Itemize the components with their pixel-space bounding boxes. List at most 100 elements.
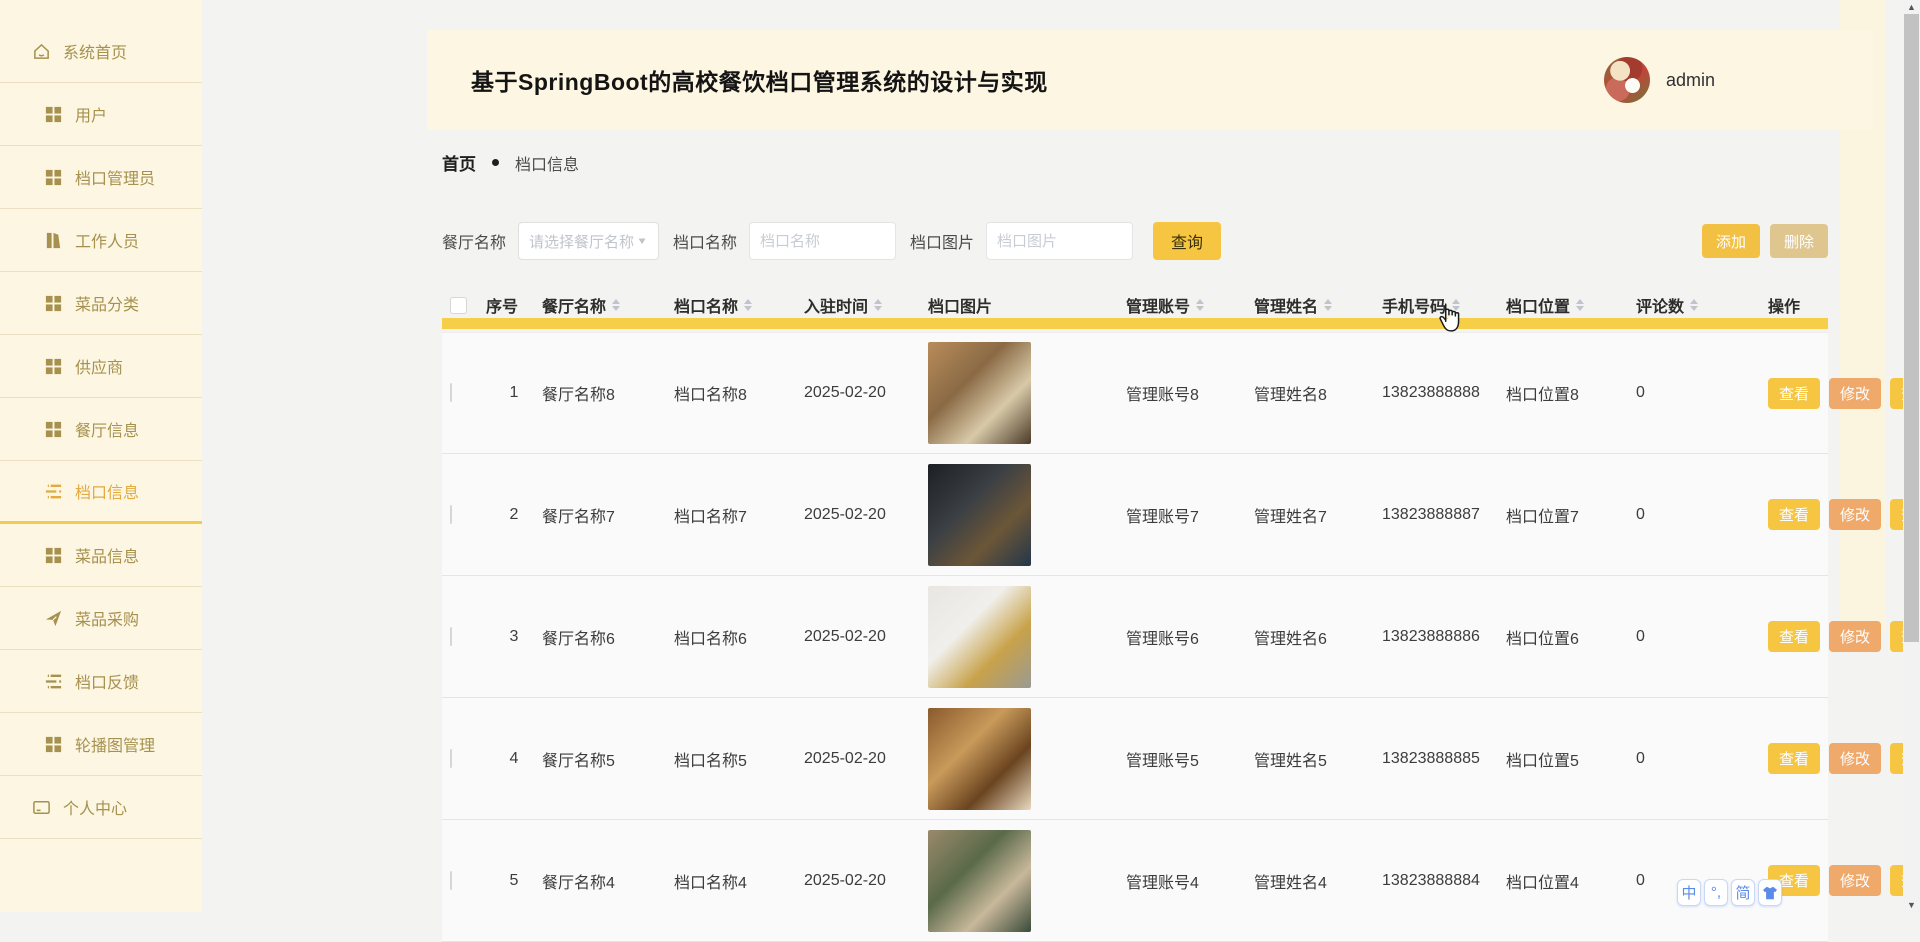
breadcrumb-home[interactable]: 首页	[442, 150, 476, 175]
scrollbar-thumb[interactable]	[1904, 14, 1919, 642]
add-button[interactable]: 添加	[1702, 224, 1760, 258]
sidebar-item-7[interactable]: 餐厅信息	[0, 398, 202, 461]
sort-carets-icon[interactable]	[1576, 299, 1584, 311]
row-checkbox[interactable]	[450, 383, 452, 402]
sidebar-item-3[interactable]: 档口管理员	[0, 146, 202, 209]
sidebar-item-6[interactable]: 供应商	[0, 335, 202, 398]
sort-carets-icon[interactable]	[1196, 299, 1204, 311]
sidebar-item-label: 个人中心	[63, 795, 127, 819]
table-body: 1餐厅名称8档口名称82025-02-20管理账号8管理姓名8138238888…	[442, 332, 1828, 942]
ime-skin-icon[interactable]	[1758, 879, 1782, 906]
grid-icon	[44, 294, 63, 313]
column-header-label: 餐厅名称	[542, 293, 606, 317]
cell-restaurant: 餐厅名称6	[542, 625, 674, 649]
column-header-label: 管理账号	[1126, 293, 1190, 317]
column-header-label: 档口名称	[674, 293, 738, 317]
column-header-label: 手机号码	[1382, 293, 1446, 317]
column-header-8[interactable]: 手机号码	[1382, 293, 1506, 317]
cell-comments: 0	[1636, 384, 1768, 402]
scrollbar-down-icon[interactable]: ▼	[1903, 898, 1920, 912]
column-header-label: 档口图片	[928, 293, 992, 317]
sort-carets-icon[interactable]	[1690, 299, 1698, 311]
edit-row-button[interactable]: 修改	[1829, 743, 1881, 774]
column-header-9[interactable]: 档口位置	[1506, 293, 1636, 317]
table-row: 1餐厅名称8档口名称82025-02-20管理账号8管理姓名8138238888…	[442, 332, 1828, 454]
edit-row-button[interactable]: 修改	[1829, 621, 1881, 652]
restaurant-select[interactable]: 请选择餐厅名称 ▼	[518, 222, 659, 260]
sort-carets-icon[interactable]	[1324, 299, 1332, 311]
list-icon	[44, 672, 63, 691]
stall-photo[interactable]	[928, 464, 1031, 566]
sidebar-item-11[interactable]: 档口反馈	[0, 650, 202, 713]
cell-stall: 档口名称5	[674, 747, 804, 771]
sidebar-item-5[interactable]: 菜品分类	[0, 272, 202, 335]
cell-location: 档口位置7	[1506, 503, 1636, 527]
column-header-2[interactable]: 餐厅名称	[542, 293, 674, 317]
column-header-label: 管理姓名	[1254, 293, 1318, 317]
chevron-down-icon: ▼	[636, 235, 648, 246]
sort-carets-icon[interactable]	[744, 299, 752, 311]
column-header-10[interactable]: 评论数	[1636, 293, 1768, 317]
user-box[interactable]: admin	[1604, 57, 1715, 103]
view-row-button[interactable]: 查看	[1768, 621, 1820, 652]
table-header-accent-bar	[442, 318, 1828, 329]
sidebar-item-4[interactable]: 工作人员	[0, 209, 202, 272]
edit-row-button[interactable]: 修改	[1829, 499, 1881, 530]
avatar[interactable]	[1604, 57, 1650, 103]
stall-photo[interactable]	[928, 586, 1031, 688]
column-header-3[interactable]: 档口名称	[674, 293, 804, 317]
table-row: 5餐厅名称4档口名称42025-02-20管理账号4管理姓名4138238888…	[442, 820, 1828, 942]
sort-carets-icon[interactable]	[612, 299, 620, 311]
scrollbar-up-icon[interactable]: ▲	[1903, 0, 1920, 14]
ime-key-3[interactable]: 简	[1731, 879, 1755, 906]
cell-index: 2	[486, 506, 542, 524]
sort-carets-icon[interactable]	[1452, 299, 1460, 311]
stall-filter-label: 档口名称	[673, 229, 737, 253]
cell-restaurant: 餐厅名称8	[542, 381, 674, 405]
edit-row-button[interactable]: 修改	[1829, 378, 1881, 409]
view-row-button[interactable]: 查看	[1768, 743, 1820, 774]
select-all-checkbox[interactable]	[450, 297, 467, 314]
search-button[interactable]: 查询	[1153, 222, 1221, 260]
sort-carets-icon[interactable]	[874, 299, 882, 311]
sidebar-item-13[interactable]: 个人中心	[0, 776, 202, 839]
stall-photo[interactable]	[928, 342, 1031, 444]
stall-name-input[interactable]	[749, 222, 896, 260]
cell-account: 管理账号7	[1126, 503, 1254, 527]
cell-restaurant: 餐厅名称5	[542, 747, 674, 771]
row-checkbox[interactable]	[450, 505, 452, 524]
sidebar-item-label: 工作人员	[75, 228, 139, 252]
cell-index: 4	[486, 750, 542, 768]
sidebar-item-9[interactable]: 菜品信息	[0, 524, 202, 587]
view-row-button[interactable]: 查看	[1768, 499, 1820, 530]
stall-photo[interactable]	[928, 708, 1031, 810]
vertical-scrollbar[interactable]: ▲ ▼	[1903, 0, 1920, 912]
stall-photo[interactable]	[928, 830, 1031, 932]
sidebar-item-2[interactable]: 用户	[0, 83, 202, 146]
column-header-6[interactable]: 管理账号	[1126, 293, 1254, 317]
sidebar-item-1[interactable]: 系统首页	[0, 20, 202, 83]
column-header-7[interactable]: 管理姓名	[1254, 293, 1382, 317]
ime-key-2[interactable]: °,	[1704, 879, 1728, 906]
table-row: 2餐厅名称7档口名称72025-02-20管理账号7管理姓名7138238888…	[442, 454, 1828, 576]
delete-button[interactable]: 删除	[1770, 224, 1828, 258]
row-checkbox[interactable]	[450, 749, 452, 768]
restaurant-filter-label: 餐厅名称	[442, 229, 506, 253]
cell-index: 3	[486, 628, 542, 646]
sidebar-item-8[interactable]: 档口信息	[0, 461, 202, 524]
sidebar-item-label: 供应商	[75, 354, 123, 378]
view-row-button[interactable]: 查看	[1768, 378, 1820, 409]
cell-comments: 0	[1636, 506, 1768, 524]
cell-index: 1	[486, 384, 542, 402]
sidebar-item-label: 餐厅信息	[75, 417, 139, 441]
sidebar-item-label: 系统首页	[63, 39, 127, 63]
cell-location: 档口位置6	[1506, 625, 1636, 649]
stall-image-input[interactable]	[986, 222, 1133, 260]
sidebar-item-10[interactable]: 菜品采购	[0, 587, 202, 650]
row-checkbox[interactable]	[450, 627, 452, 646]
column-header-4[interactable]: 入驻时间	[804, 293, 928, 317]
row-checkbox[interactable]	[450, 871, 452, 890]
ime-key-1[interactable]: 中	[1677, 879, 1701, 906]
edit-row-button[interactable]: 修改	[1829, 865, 1881, 896]
sidebar-item-12[interactable]: 轮播图管理	[0, 713, 202, 776]
